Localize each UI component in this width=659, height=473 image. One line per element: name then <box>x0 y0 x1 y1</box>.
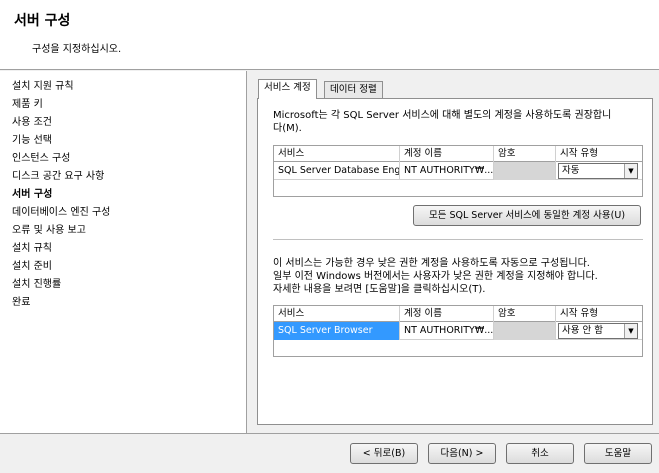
divider <box>273 239 643 240</box>
column-header-account-name[interactable]: 계정 이름 <box>400 146 494 162</box>
column-header-startup-type[interactable]: 시작 유형 <box>556 146 644 162</box>
account-name-cell[interactable]: NT AUTHORITY₩... <box>400 162 494 180</box>
low-privilege-grid: 서비스 계정 이름 암호 시작 유형 SQL Server Browser NT… <box>273 305 643 357</box>
low-privilege-line-2: 일부 이전 Windows 버전에서는 사용자가 낮은 권한 계정을 지정해야 … <box>273 271 598 282</box>
header: 서버 구성 구성을 지정하십시오. <box>0 0 659 70</box>
sidebar-item-installation-progress[interactable]: 설치 진행률 <box>12 279 61 291</box>
sidebar-item-feature-selection[interactable]: 기능 선택 <box>12 135 52 147</box>
next-button[interactable]: 다음(N) > <box>428 443 496 464</box>
table-row[interactable]: SQL Server Browser NT AUTHORITY₩... 사용 안… <box>274 322 642 340</box>
main-content: 서비스 계정 데이터 정렬 Microsoft는 각 SQL Server 서비… <box>248 71 659 433</box>
startup-type-value: 자동 <box>562 165 580 176</box>
column-header-password[interactable]: 암호 <box>494 146 556 162</box>
low-privilege-line-1: 이 서비스는 가능한 경우 낮은 권한 계정을 사용하도록 자동으로 구성됩니다… <box>273 258 590 269</box>
sidebar-item-server-configuration[interactable]: 서버 구성 <box>12 189 52 201</box>
account-name-cell[interactable]: NT AUTHORITY₩... <box>400 322 494 340</box>
back-button[interactable]: < 뒤로(B) <box>350 443 418 464</box>
grid-header: 서비스 계정 이름 암호 시작 유형 <box>274 146 642 162</box>
help-button[interactable]: 도움말 <box>584 443 652 464</box>
sidebar: 설치 지원 규칙 제품 키 사용 조건 기능 선택 인스턴스 구성 디스크 공간… <box>0 71 247 433</box>
column-header-password[interactable]: 암호 <box>494 306 556 322</box>
password-cell[interactable] <box>494 322 556 340</box>
sidebar-item-instance-configuration[interactable]: 인스턴스 구성 <box>12 153 70 165</box>
service-cell[interactable]: SQL Server Browser <box>274 322 400 340</box>
chevron-down-icon[interactable]: ▼ <box>624 164 637 178</box>
tab-service-accounts[interactable]: 서비스 계정 <box>258 79 317 99</box>
password-cell[interactable] <box>494 162 556 180</box>
service-account-description: Microsoft는 각 SQL Server 서비스에 대해 별도의 계정을 … <box>273 109 611 135</box>
service-cell[interactable]: SQL Server Database Eng... <box>274 162 400 180</box>
startup-type-select[interactable]: 사용 안 함 ▼ <box>558 323 638 339</box>
sidebar-item-database-engine[interactable]: 데이터베이스 엔진 구성 <box>12 207 110 219</box>
same-account-button[interactable]: 모든 SQL Server 서비스에 동일한 계정 사용(U) <box>413 205 641 226</box>
low-privilege-line-3: 자세한 내용을 보려면 [도움말]을 클릭하십시오(T). <box>273 284 486 295</box>
low-privilege-description: 이 서비스는 가능한 경우 낮은 권한 계정을 사용하도록 자동으로 구성됩니다… <box>273 257 598 296</box>
footer-bar: < 뒤로(B) 다음(N) > 취소 도움말 <box>0 433 659 473</box>
page-subtitle: 구성을 지정하십시오. <box>32 44 122 55</box>
sidebar-item-complete[interactable]: 완료 <box>12 297 30 309</box>
sidebar-item-disk-space[interactable]: 디스크 공간 요구 사항 <box>12 171 104 183</box>
column-header-startup-type[interactable]: 시작 유형 <box>556 306 644 322</box>
service-account-grid: 서비스 계정 이름 암호 시작 유형 SQL Server Database E… <box>273 145 643 197</box>
page-title: 서버 구성 <box>14 13 71 29</box>
table-row[interactable]: SQL Server Database Eng... NT AUTHORITY₩… <box>274 162 642 180</box>
grid-header: 서비스 계정 이름 암호 시작 유형 <box>274 306 642 322</box>
startup-type-select[interactable]: 자동 ▼ <box>558 163 638 179</box>
description-line-1: Microsoft는 각 SQL Server 서비스에 대해 별도의 계정을 … <box>273 110 612 121</box>
description-line-2: 다(M). <box>273 123 302 134</box>
column-header-service[interactable]: 서비스 <box>274 306 400 322</box>
sidebar-item-license-terms[interactable]: 사용 조건 <box>12 117 52 129</box>
tab-panel: Microsoft는 각 SQL Server 서비스에 대해 별도의 계정을 … <box>257 98 653 425</box>
sidebar-item-installation-rules[interactable]: 설치 규칙 <box>12 243 52 255</box>
sidebar-item-product-key[interactable]: 제품 키 <box>12 99 43 111</box>
startup-type-value: 사용 안 함 <box>562 325 603 336</box>
chevron-down-icon[interactable]: ▼ <box>624 324 637 338</box>
tab-collation[interactable]: 데이터 정렬 <box>324 81 383 98</box>
column-header-account-name[interactable]: 계정 이름 <box>400 306 494 322</box>
sidebar-item-error-usage[interactable]: 오류 및 사용 보고 <box>12 225 86 237</box>
sidebar-item-setup-support-rules[interactable]: 설치 지원 규칙 <box>12 81 74 93</box>
cancel-button[interactable]: 취소 <box>506 443 574 464</box>
column-header-service[interactable]: 서비스 <box>274 146 400 162</box>
sidebar-item-ready-to-install[interactable]: 설치 준비 <box>12 261 52 273</box>
